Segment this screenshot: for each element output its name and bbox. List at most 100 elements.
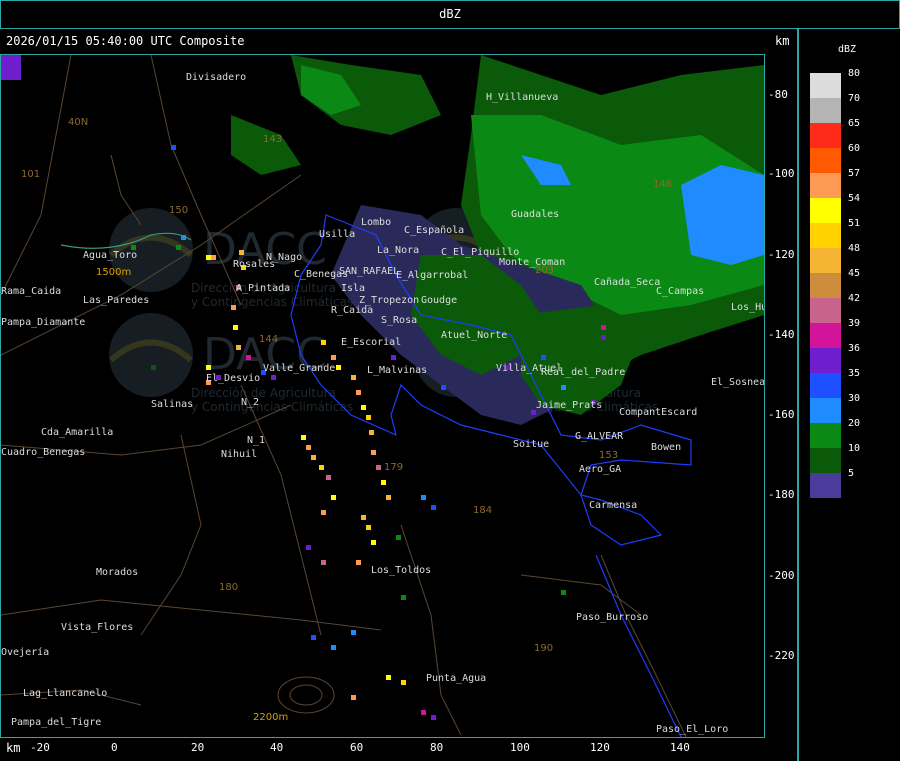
y-tick-label: -180: [768, 488, 795, 501]
legend-label: 39: [848, 318, 861, 329]
legend-label: 42: [848, 293, 861, 304]
radar-echo: [681, 165, 764, 265]
legend-label: 35: [848, 368, 861, 379]
legend-label: 57: [848, 168, 861, 179]
radar-cell: [231, 305, 236, 310]
radar-cell: [561, 590, 566, 595]
place-label: Atuel_Norte: [441, 330, 507, 341]
km-unit-bottom: km: [6, 741, 21, 755]
radar-cell: [431, 715, 436, 720]
radar-cell: [561, 385, 566, 390]
legend-swatch: [810, 423, 841, 448]
x-tick-label: 60: [350, 741, 364, 754]
place-label: S_Rosa: [381, 315, 417, 326]
radar-cell: [331, 645, 336, 650]
place-label: L_Malvinas: [367, 365, 427, 376]
radar-cell: [301, 435, 306, 440]
legend-swatch: [810, 148, 841, 173]
radar-cell: [321, 340, 326, 345]
legend-swatch: [810, 448, 841, 473]
radar-cell: [351, 630, 356, 635]
timestamp-label: 2026/01/15 05:40:00 UTC Composite: [6, 34, 245, 48]
legend-swatch: [810, 198, 841, 223]
place-label: Los_Huarpes: [731, 302, 764, 313]
place-label: Divisadero: [186, 72, 246, 83]
place-label: SAN_RAFAEL: [339, 266, 399, 277]
place-label: Goudge: [421, 295, 457, 306]
legend-swatch: [810, 298, 841, 323]
place-label: Nihuil: [221, 449, 257, 460]
radar-cell: [421, 710, 426, 715]
radar-cell: [421, 495, 426, 500]
legend-label: 5: [848, 468, 855, 479]
place-label: El_Sosneado: [711, 377, 764, 388]
place-label: Ovejería: [1, 646, 49, 658]
place-label: Agua_Toro: [83, 250, 137, 261]
radar-cell: [361, 405, 366, 410]
place-label: Pampa_del_Tigre: [11, 717, 101, 728]
radar-cell: [171, 145, 176, 150]
x-tick-label: 80: [430, 741, 444, 754]
legend-title: dBZ: [838, 44, 857, 55]
place-label: Carmensa: [589, 500, 637, 511]
radar-cell: [311, 635, 316, 640]
legend-swatch: [810, 273, 841, 298]
radar-map[interactable]: DACC Dirección de Agricultura y Contingenc…: [0, 54, 765, 738]
radar-cell: [233, 325, 238, 330]
radar-cell: [206, 255, 211, 260]
place-label: C_Española: [404, 225, 464, 236]
place-label: Aero_GA: [579, 464, 621, 475]
x-tick-label: -20: [30, 741, 50, 754]
place-label: E_Algarrobal: [396, 270, 468, 281]
window-title-bar: dBZ: [0, 0, 900, 29]
road-number-label: 179: [384, 462, 403, 473]
radar-cell: [206, 365, 211, 370]
legend-swatch: [810, 223, 841, 248]
radar-cell: [151, 365, 156, 370]
legend-swatch: [810, 473, 841, 498]
legend-label: 51: [848, 218, 861, 229]
radar-cell: [351, 695, 356, 700]
place-label: Usilla: [319, 229, 355, 240]
place-label: A_Pintada: [236, 283, 290, 294]
place-label: Las_Paredes: [83, 295, 149, 306]
place-label: Salinas: [151, 399, 193, 410]
radar-cell: [326, 475, 331, 480]
radar-map-canvas[interactable]: DACCDirección de Agriculturay Contingenc…: [1, 55, 764, 737]
radar-cell: [351, 375, 356, 380]
window-title: dBZ: [439, 7, 461, 21]
km-unit-top: km: [775, 34, 790, 48]
radar-cell: [176, 245, 181, 250]
watermark-line2: y Contingencias Climáticas: [191, 400, 353, 414]
radar-cell: [376, 465, 381, 470]
place-label: G_ALVEAR: [575, 431, 624, 442]
place-label: Lombo: [361, 217, 391, 228]
radar-cell: [356, 390, 361, 395]
legend-label: 70: [848, 93, 861, 104]
place-label: Morados: [96, 567, 138, 578]
watermark-line2: y Contingencias Climáticas: [191, 295, 353, 309]
legend-label: 30: [848, 393, 861, 404]
radar-cell: [306, 545, 311, 550]
place-label: Rama_Caida: [1, 286, 61, 297]
radar-cell: [361, 515, 366, 520]
legend-swatch: [810, 98, 841, 123]
radar-cell: [331, 495, 336, 500]
road-number-label: 190: [534, 643, 553, 654]
place-label: La_Nora: [377, 245, 419, 256]
road-number-label: 143: [263, 134, 282, 145]
radar-cell: [319, 465, 324, 470]
place-label: N_2: [241, 397, 259, 408]
legend-label: 65: [848, 118, 861, 129]
place-label: Soitue: [513, 439, 549, 450]
x-tick-label: 140: [670, 741, 690, 754]
radar-echo: [231, 115, 301, 175]
radar-cell: [396, 535, 401, 540]
radar-cell: [601, 325, 606, 330]
place-label: H_Villanueva: [486, 92, 558, 103]
legend-label: 80: [848, 68, 861, 79]
y-tick-label: -200: [768, 569, 795, 582]
x-tick-label: 100: [510, 741, 530, 754]
radar-cell: [381, 480, 386, 485]
radar-cell: [246, 355, 251, 360]
